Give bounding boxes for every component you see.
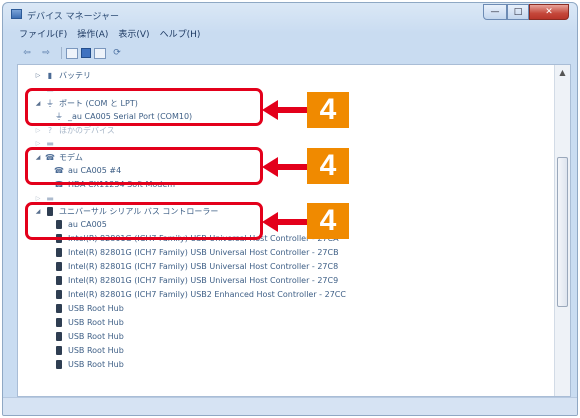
window-title: デバイス マネージャー <box>27 12 119 22</box>
properties-icon[interactable] <box>66 47 78 59</box>
usb-child[interactable]: USB Root Hub <box>54 330 124 342</box>
usb-plug-icon <box>54 331 64 341</box>
tree-item-label: Intel(R) 82801G (ICH7 Family) USB Univer… <box>68 247 339 257</box>
pointer-arrow-icon <box>262 212 308 232</box>
unknown-device-icon: ? <box>47 125 53 135</box>
usb-plug-icon <box>54 345 64 355</box>
tree-item-label: ほかのデバイス <box>59 125 115 135</box>
step-number-badge: 4 <box>307 92 349 128</box>
usb-child[interactable]: USB Root Hub <box>54 344 124 356</box>
forward-arrow-icon[interactable]: ⇨ <box>38 46 54 60</box>
expand-arrow-icon[interactable]: ▷ <box>34 195 42 202</box>
tree-item-label: USB Root Hub <box>68 303 124 313</box>
battery-icon: ▮ <box>47 70 53 80</box>
step-number-badge: 4 <box>307 148 349 184</box>
refresh-icon[interactable]: ⟳ <box>109 46 125 60</box>
tree-item-label: USB Root Hub <box>68 359 124 369</box>
step-number-badge: 4 <box>307 203 349 239</box>
menu-help[interactable]: ヘルプ(H) <box>160 27 201 43</box>
vertical-scrollbar[interactable]: ▲ <box>554 65 570 396</box>
menu-bar: ファイル(F) 操作(A) 表示(V) ヘルプ(H) <box>3 27 577 43</box>
pointer-arrow-icon <box>262 100 308 120</box>
minimize-button[interactable]: — <box>483 4 507 20</box>
tree-item-label: USB Root Hub <box>68 345 124 355</box>
usb-child[interactable]: Intel(R) 82801G (ICH7 Family) USB2 Enhan… <box>54 288 346 300</box>
title-bar: デバイス マネージャー — □ ✕ <box>3 3 577 25</box>
help-book-icon[interactable] <box>81 48 91 58</box>
scan-hardware-icon[interactable] <box>94 47 106 59</box>
usb-child[interactable]: Intel(R) 82801G (ICH7 Family) USB Univer… <box>54 274 338 286</box>
tree-item-label: USB Root Hub <box>68 331 124 341</box>
usb-plug-icon <box>54 317 64 327</box>
tree-item-label: Intel(R) 82801G (ICH7 Family) USB2 Enhan… <box>68 289 346 299</box>
back-arrow-icon[interactable]: ⇦ <box>19 46 35 60</box>
tree-item-label: Intel(R) 82801G (ICH7 Family) USB Univer… <box>68 261 339 271</box>
device-manager-icon <box>11 9 22 19</box>
usb-child[interactable]: USB Root Hub <box>54 358 124 370</box>
toolbar: ⇦ ⇨ ⟳ <box>3 43 577 63</box>
usb-plug-icon <box>54 359 64 369</box>
expand-arrow-icon[interactable]: ▷ <box>34 72 42 79</box>
tree-item-label: Intel(R) 82801G (ICH7 Family) USB Univer… <box>68 275 339 285</box>
usb-plug-icon <box>54 247 64 257</box>
usb-plug-icon <box>54 289 64 299</box>
usb-plug-icon <box>54 261 64 271</box>
usb-child[interactable]: USB Root Hub <box>54 316 124 328</box>
highlight-box-modem <box>25 147 263 185</box>
window-controls: — □ ✕ <box>483 4 569 20</box>
tree-item-battery[interactable]: ▷ ▮ バッテリ <box>34 69 91 81</box>
menu-action[interactable]: 操作(A) <box>77 27 108 43</box>
maximize-button[interactable]: □ <box>507 4 529 20</box>
highlight-box-usb <box>25 202 263 240</box>
tree-item-label: USB Root Hub <box>68 317 124 327</box>
usb-plug-icon <box>54 275 64 285</box>
usb-child[interactable]: USB Root Hub <box>54 302 124 314</box>
toolbar-separator <box>61 47 62 59</box>
usb-plug-icon <box>54 303 64 313</box>
menu-view[interactable]: 表示(V) <box>118 27 149 43</box>
pointer-arrow-icon <box>262 157 308 177</box>
menu-file[interactable]: ファイル(F) <box>19 27 67 43</box>
expand-arrow-icon[interactable]: ▷ <box>34 140 42 147</box>
tree-item-label: バッテリ <box>59 70 91 80</box>
scroll-up-icon[interactable]: ▲ <box>555 65 570 80</box>
usb-child[interactable]: Intel(R) 82801G (ICH7 Family) USB Univer… <box>54 260 338 272</box>
close-button[interactable]: ✕ <box>529 4 569 20</box>
highlight-box-ports <box>25 88 263 126</box>
expand-arrow-icon[interactable]: ▷ <box>34 127 42 134</box>
status-bar <box>3 397 577 415</box>
scroll-thumb[interactable] <box>557 157 568 307</box>
usb-child[interactable]: Intel(R) 82801G (ICH7 Family) USB Univer… <box>54 246 339 258</box>
